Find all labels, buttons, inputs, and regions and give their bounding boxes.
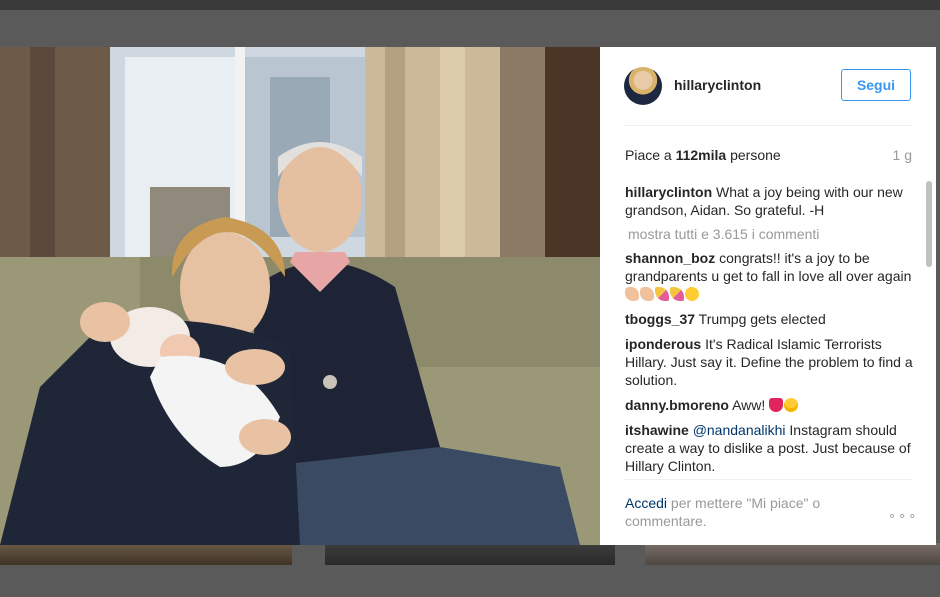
background-thumbnail <box>325 543 615 565</box>
caption: hillaryclinton What a joy being with our… <box>625 183 915 219</box>
comment-username[interactable]: shannon_boz <box>625 250 715 266</box>
likes-count: Piace a 112mila persone <box>625 147 781 163</box>
comment-item: danny.bmoreno Aww! <box>625 396 915 414</box>
red-heart-emoji-icon <box>769 398 784 412</box>
comment-username[interactable]: itshawine <box>625 422 689 438</box>
comments-list[interactable]: hillaryclinton What a joy being with our… <box>625 183 915 479</box>
likes-number: 112mila <box>675 147 727 163</box>
background-thumbnail <box>0 543 292 565</box>
post-modal: hillaryclinton Segui Piace a 112mila per… <box>0 47 936 545</box>
caption-username[interactable]: hillaryclinton <box>625 184 712 200</box>
view-all-comments-link[interactable]: mostra tutti e 3.615 i commenti <box>628 226 915 242</box>
comment-item: itshawine @nandanalikhi Instagram should… <box>625 421 915 475</box>
comment-username[interactable]: tboggs_37 <box>625 311 695 327</box>
header-divider <box>624 125 912 126</box>
post-photo <box>0 47 600 545</box>
comment-item: iponderous It's Radical Islamic Terroris… <box>625 335 915 389</box>
party-popper-emoji-icon <box>655 287 669 301</box>
post-time[interactable]: 1 g <box>893 147 912 163</box>
avatar[interactable] <box>624 67 662 105</box>
post-header: hillaryclinton Segui <box>600 47 936 125</box>
comment-username[interactable]: iponderous <box>625 336 701 352</box>
follow-button[interactable]: Segui <box>841 69 911 101</box>
comment-item: tboggs_37 Trumpg gets elected <box>625 310 915 328</box>
clapping-hands-emoji-icon <box>625 287 639 301</box>
more-options-icon[interactable]: ∘∘∘ <box>888 508 918 524</box>
comment-item: shannon_boz congrats!! it's a joy to be … <box>625 249 915 303</box>
comment-text: Trumpg gets elected <box>698 311 826 327</box>
likes-prefix: Piace a <box>625 147 676 163</box>
smiling-face-emoji-icon <box>685 287 699 301</box>
top-bar <box>0 0 940 10</box>
comments-scrollbar[interactable] <box>926 181 932 267</box>
likes-suffix: persone <box>726 147 781 163</box>
comment-text: Aww! <box>732 397 766 413</box>
background-thumbnail <box>645 543 940 565</box>
comment-username[interactable]: danny.bmoreno <box>625 397 729 413</box>
comment-mention[interactable]: @nandanalikhi <box>693 422 786 438</box>
heart-eyes-emoji-icon <box>784 398 799 412</box>
login-prompt: Accedi per mettere "Mi piace" o commenta… <box>625 494 865 530</box>
login-link[interactable]: Accedi <box>625 495 667 511</box>
party-popper-emoji-icon <box>670 287 684 301</box>
post-username[interactable]: hillaryclinton <box>674 77 761 93</box>
footer-divider <box>624 479 912 480</box>
clapping-hands-emoji-icon <box>640 287 654 301</box>
post-side-panel: hillaryclinton Segui Piace a 112mila per… <box>600 47 936 545</box>
